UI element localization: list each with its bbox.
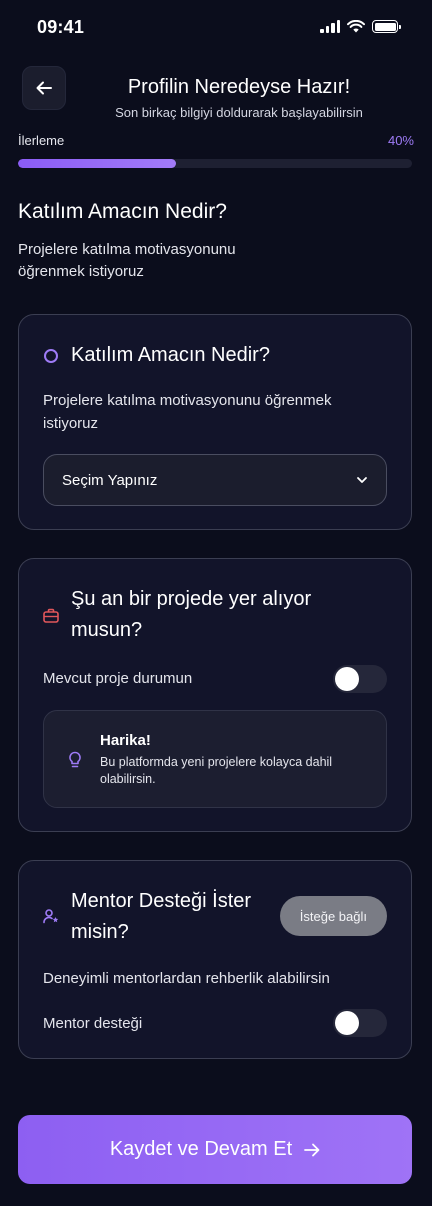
page-title: Profilin Neredeyse Hazır! xyxy=(127,76,351,98)
status-time: 09:41 xyxy=(37,17,85,37)
briefcase-icon xyxy=(43,608,59,623)
purpose-select[interactable]: Seçim Yapınız xyxy=(43,454,387,506)
purpose-card-header: Katılım Amacın Nedir? xyxy=(43,340,270,371)
progress-bar xyxy=(18,159,412,168)
wifi-icon xyxy=(347,20,365,33)
info-title: Harika! xyxy=(100,732,151,749)
page-subtitle: Son birkaç bilgiyi doldurarak başlayabil… xyxy=(115,105,363,120)
arrow-left-icon xyxy=(36,81,52,95)
mentor-toggle[interactable] xyxy=(333,1009,387,1037)
project-card-title: Şu an bir projede yer alıyor musun? xyxy=(71,588,312,641)
section-description: Projelere katılma motivasyonunu öğrenmek… xyxy=(18,241,236,280)
user-star-icon xyxy=(43,909,59,924)
mentor-card: Mentor Desteği İster misin? İsteğe bağlı… xyxy=(18,860,412,1059)
progress-value: 40% xyxy=(387,133,414,148)
info-text: Bu platformda yeni projelere kolayca dah… xyxy=(100,755,333,786)
lightbulb-icon xyxy=(69,751,81,768)
status-bar: 09:41 xyxy=(0,0,432,56)
purpose-card-title: Katılım Amacın Nedir? xyxy=(71,344,270,366)
purpose-select-value: Seçim Yapınız xyxy=(62,471,158,489)
info-box: Harika! Bu platformda yeni projelere kol… xyxy=(43,710,387,808)
save-continue-button[interactable]: Kaydet ve Devam Et xyxy=(18,1115,412,1184)
save-continue-label: Kaydet ve Devam Et xyxy=(109,1138,293,1160)
section-title: Katılım Amacın Nedir? xyxy=(18,200,227,223)
progress-label: İlerleme xyxy=(18,133,65,148)
mentor-card-title: Mentor Desteği İster misin? xyxy=(71,890,252,943)
chevron-down-icon xyxy=(357,477,367,483)
status-icons xyxy=(320,20,401,33)
battery-icon xyxy=(372,20,401,33)
back-button[interactable] xyxy=(22,66,66,110)
project-card-header: Şu an bir projede yer alıyor musun? xyxy=(43,584,363,646)
purpose-card: Katılım Amacın Nedir? Projelere katılma … xyxy=(18,314,412,530)
mentor-card-description: Deneyimli mentorlardan rehberlik alabili… xyxy=(43,970,330,987)
mentor-card-header: Mentor Desteği İster misin? xyxy=(43,886,263,948)
circle-icon xyxy=(44,349,58,363)
progress-fill xyxy=(18,159,176,168)
project-toggle[interactable] xyxy=(333,665,387,693)
project-toggle-label: Mevcut proje durumun xyxy=(43,670,193,687)
purpose-card-description: Projelere katılma motivasyonunu öğrenmek… xyxy=(43,392,332,432)
toggle-knob xyxy=(335,1011,359,1035)
signal-icon xyxy=(320,20,340,33)
arrow-right-icon xyxy=(304,1143,320,1156)
project-card: Şu an bir projede yer alıyor musun? Mevc… xyxy=(18,558,412,832)
optional-badge: İsteğe bağlı xyxy=(279,896,387,936)
mentor-toggle-label: Mentor desteği xyxy=(43,1015,143,1032)
toggle-knob xyxy=(335,667,359,691)
